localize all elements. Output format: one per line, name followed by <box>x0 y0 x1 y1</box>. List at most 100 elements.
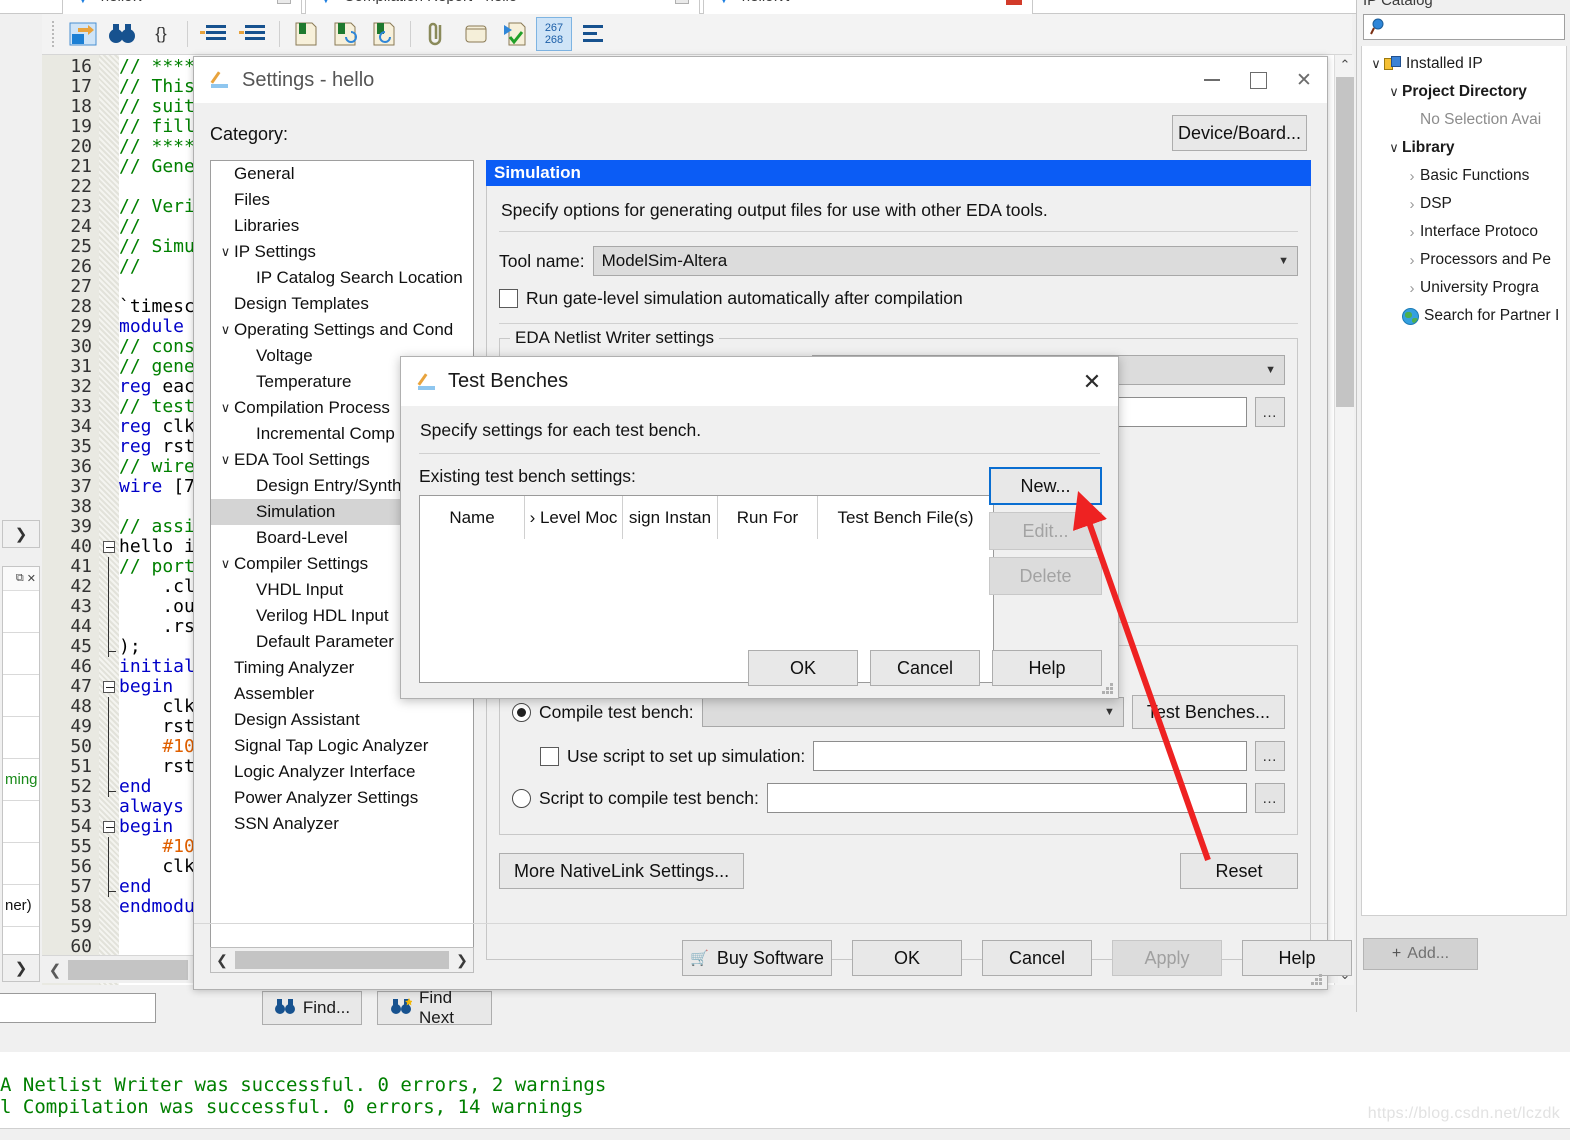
left-panel-row[interactable]: ner) <box>3 885 39 927</box>
find-text-input[interactable]: er>> <box>0 993 156 1023</box>
chevron-down-icon[interactable]: ∨ <box>1386 84 1402 100</box>
editor-vertical-scrollbar[interactable]: ⌃ ⌄ <box>1334 55 1354 985</box>
settings-title-bar[interactable]: Settings - hello ✕ <box>194 57 1327 103</box>
chevron-down-icon[interactable]: ∨ <box>217 322 234 338</box>
run-gate-level-row[interactable]: Run gate-level simulation automatically … <box>499 288 1298 309</box>
left-panel-row[interactable]: ming <box>3 759 39 801</box>
open-save-icon[interactable] <box>65 17 101 51</box>
bookmark-prev-icon[interactable] <box>366 17 402 51</box>
ip-tree-item-6[interactable]: › Interface Protoco <box>1362 218 1566 246</box>
script-compile-input[interactable] <box>766 783 1247 813</box>
device-board-button[interactable]: Device/Board... <box>1172 115 1307 151</box>
ip-tree-item-3[interactable]: ∨ Library <box>1362 134 1566 162</box>
ip-catalog-search-input[interactable] <box>1363 14 1565 40</box>
settings-category-design-templates[interactable]: Design Templates <box>211 291 473 317</box>
decrease-indent-icon[interactable] <box>235 17 271 51</box>
fold-toggle-icon[interactable] <box>103 821 115 833</box>
compile-test-bench-radio[interactable] <box>512 702 531 722</box>
test-benches-cancel-button[interactable]: Cancel <box>870 650 980 686</box>
ip-tree-item-7[interactable]: › Processors and Pe <box>1362 246 1566 274</box>
attach-clip-icon[interactable] <box>419 17 455 51</box>
ip-tree-item-5[interactable]: › DSP <box>1362 190 1566 218</box>
table-column-header[interactable]: sign Instan <box>623 496 718 539</box>
table-column-header[interactable]: › Level Moc <box>525 496 623 539</box>
chevron-right-icon[interactable]: › <box>1404 168 1420 185</box>
horizontal-scroll-thumb[interactable] <box>68 959 188 980</box>
reset-button[interactable]: Reset <box>1180 853 1298 889</box>
braces-icon[interactable]: {} <box>143 17 179 51</box>
resize-grip[interactable] <box>1102 683 1114 695</box>
vertical-scroll-thumb[interactable] <box>1336 77 1354 407</box>
bookmark-insert-icon[interactable] <box>288 17 324 51</box>
fold-column[interactable] <box>99 55 119 985</box>
tab-close-icon[interactable] <box>1006 0 1022 5</box>
left-panel-row[interactable] <box>3 675 39 717</box>
ip-tree-item-9[interactable]: Search for Partner I <box>1362 302 1566 330</box>
test-benches-button[interactable]: Test Benches... <box>1131 695 1285 729</box>
chevron-down-icon[interactable]: ∨ <box>1386 140 1402 156</box>
settings-category-ip-settings[interactable]: ∨ IP Settings <box>211 239 473 265</box>
script-compile-row[interactable]: Script to compile test bench: … <box>512 783 1285 813</box>
use-script-browse-button[interactable]: … <box>1255 741 1285 771</box>
ip-add-button[interactable]: + Add... <box>1363 938 1478 970</box>
ip-catalog-tree[interactable]: ∨ Installed IP ∨ Project Directory No Select… <box>1361 46 1567 916</box>
close-icon[interactable]: ✕ <box>1281 57 1327 103</box>
maximize-icon[interactable] <box>1235 57 1281 103</box>
settings-category-libraries[interactable]: Libraries <box>211 213 473 239</box>
use-script-checkbox[interactable] <box>540 746 559 766</box>
left-panel-expand-top[interactable]: ❯ <box>2 520 40 548</box>
scroll-left-arrow[interactable]: ❮ <box>42 956 68 983</box>
settings-category-power-analyzer-settings[interactable]: Power Analyzer Settings <box>211 785 473 811</box>
test-benches-title-bar[interactable]: Test Benches ✕ <box>401 357 1118 406</box>
message-console[interactable]: A Netlist Writer was successful. 0 error… <box>0 1052 1570 1128</box>
settings-help-button[interactable]: Help <box>1242 940 1352 976</box>
use-script-input[interactable] <box>813 741 1247 771</box>
settings-category-files[interactable]: Files <box>211 187 473 213</box>
more-nativelink-settings-button[interactable]: More NativeLink Settings... <box>499 853 745 889</box>
bookmark-next-icon[interactable] <box>327 17 363 51</box>
left-panel-row[interactable] <box>3 843 39 885</box>
chevron-right-icon[interactable]: › <box>1404 252 1420 269</box>
tab-hello-v[interactable]: ▼ hello.v <box>62 0 302 14</box>
chevron-right-icon[interactable]: › <box>1404 280 1420 297</box>
settings-category-signal-tap-logic-analyzer[interactable]: Signal Tap Logic Analyzer <box>211 733 473 759</box>
left-panel-row[interactable] <box>3 591 39 633</box>
fold-toggle-icon[interactable] <box>103 681 115 693</box>
chevron-right-icon[interactable]: › <box>1404 224 1420 241</box>
ip-tree-item-1[interactable]: ∨ Project Directory <box>1362 78 1566 106</box>
toolbar-grip[interactable] <box>52 21 56 47</box>
table-column-header[interactable]: Name <box>420 496 525 539</box>
left-panel-row[interactable] <box>3 717 39 759</box>
find-next-button[interactable]: Find Next <box>377 988 492 1027</box>
tool-name-combobox[interactable]: ModelSim-Altera ▼ <box>592 246 1298 276</box>
test-benches-ok-button[interactable]: OK <box>748 650 858 686</box>
run-check-icon[interactable] <box>497 17 533 51</box>
panel-close-icon[interactable]: ✕ <box>27 572 36 585</box>
compile-test-bench-row[interactable]: Compile test bench: ▼ Test Benches... <box>512 695 1285 729</box>
ip-tree-item-4[interactable]: › Basic Functions <box>1362 162 1566 190</box>
minimize-icon[interactable] <box>1189 57 1235 103</box>
settings-category-operating-settings-and-cond[interactable]: ∨ Operating Settings and Cond <box>211 317 473 343</box>
table-column-header[interactable]: Run For <box>718 496 818 539</box>
close-icon[interactable]: ✕ <box>1066 357 1118 406</box>
settings-category-design-assistant[interactable]: Design Assistant <box>211 707 473 733</box>
panel-float-icon[interactable]: ⧉ <box>16 572 24 585</box>
scroll-up-arrow[interactable]: ⌃ <box>1335 55 1355 75</box>
script-compile-browse-button[interactable]: … <box>1255 783 1285 813</box>
align-lines-icon[interactable] <box>575 17 611 51</box>
fold-toggle-icon[interactable] <box>103 541 115 553</box>
ip-tree-item-0[interactable]: ∨ Installed IP <box>1362 50 1566 78</box>
chevron-down-icon[interactable]: ∨ <box>217 452 234 468</box>
tab-restore-icon[interactable] <box>277 0 291 4</box>
scroll-document-icon[interactable] <box>458 17 494 51</box>
tab-restore-icon[interactable] <box>675 0 689 4</box>
line-numbers-toggle[interactable]: 267 268 <box>536 17 572 51</box>
left-panel-row[interactable] <box>3 633 39 675</box>
buy-software-button[interactable]: 🛒 Buy Software <box>682 940 832 976</box>
find-button[interactable]: Find... <box>262 991 362 1025</box>
netlist-browse-button[interactable]: … <box>1255 397 1285 427</box>
chevron-down-icon[interactable]: ∨ <box>217 244 234 260</box>
left-panel-row[interactable] <box>3 801 39 843</box>
ip-tree-item-8[interactable]: › University Progra <box>1362 274 1566 302</box>
settings-cancel-button[interactable]: Cancel <box>982 940 1092 976</box>
